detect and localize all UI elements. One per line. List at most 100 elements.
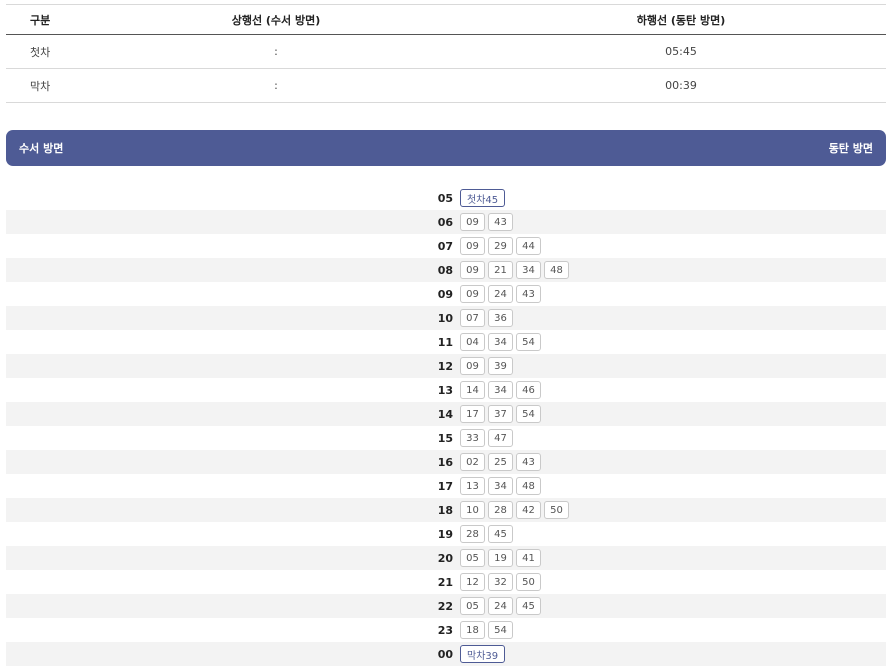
departure-minute-chip: 44 — [516, 237, 541, 255]
timetable-row: 23 18 54 — [6, 618, 886, 642]
direction-right-label[interactable]: 동탄 방면 — [829, 140, 873, 156]
departure-minute-chip: 50 — [544, 501, 569, 519]
timetable-row: 13 14 34 46 — [6, 378, 886, 402]
timetable-row: 15 33 47 — [6, 426, 886, 450]
departure-minute-chip: 09 — [460, 213, 485, 231]
hour-label: 23 — [437, 623, 453, 637]
minute-list: 05 24 45 — [460, 597, 541, 615]
minute-list: 13 34 48 — [460, 477, 541, 495]
departure-minute-chip: 12 — [460, 573, 485, 591]
hour-label: 08 — [437, 263, 453, 277]
departure-minute-chip: 48 — [516, 477, 541, 495]
hour-label: 10 — [437, 311, 453, 325]
hour-label: 15 — [437, 431, 453, 445]
hour-label: 16 — [437, 455, 453, 469]
timetable-row: 12 09 39 — [6, 354, 886, 378]
departure-minute-chip: 17 — [460, 405, 485, 423]
departure-minute-chip: 37 — [488, 405, 513, 423]
departure-minute-chip: 50 — [516, 573, 541, 591]
departure-minute-chip: 36 — [488, 309, 513, 327]
hour-label: 11 — [437, 335, 453, 349]
departure-minute-chip: 33 — [460, 429, 485, 447]
departure-minute-chip: 47 — [488, 429, 513, 447]
minute-list: 02 25 43 — [460, 453, 541, 471]
departure-minute-chip: 09 — [460, 237, 485, 255]
table-row-last-train: 막차 : 00:39 — [6, 69, 886, 103]
hour-label: 07 — [437, 239, 453, 253]
last-train-label: 막차 — [30, 79, 51, 93]
minute-list: 10 28 42 50 — [460, 501, 569, 519]
departure-minute-chip: 18 — [460, 621, 485, 639]
first-last-train-table: 구분 상행선 (수서 방면) 하행선 (동탄 방면) 첫차 : 05:45 막차… — [6, 4, 886, 103]
minute-list: 04 34 54 — [460, 333, 541, 351]
minute-list: 12 32 50 — [460, 573, 541, 591]
timetable-row: 20 05 19 41 — [6, 546, 886, 570]
hour-label: 17 — [437, 479, 453, 493]
timetable-row: 09 09 24 43 — [6, 282, 886, 306]
departure-minute-chip: 02 — [460, 453, 485, 471]
direction-left-label[interactable]: 수서 방면 — [19, 140, 63, 156]
departure-minute-chip: 29 — [488, 237, 513, 255]
first-train-label: 첫차 — [30, 45, 51, 59]
departure-minute-chip: 14 — [460, 381, 485, 399]
departure-minute-chip: 09 — [460, 285, 485, 303]
departure-minute-chip: 34 — [516, 261, 541, 279]
hour-label: 09 — [437, 287, 453, 301]
timetable-row: 06 09 43 — [6, 210, 886, 234]
timetable-row: 18 10 28 42 50 — [6, 498, 886, 522]
departure-minute-chip: 46 — [516, 381, 541, 399]
departure-minute-chip: 34 — [488, 333, 513, 351]
minute-list: 첫차45 — [460, 189, 506, 207]
minute-list: 07 36 — [460, 309, 513, 327]
minute-list: 09 39 — [460, 357, 513, 375]
timetable-row: 21 12 32 50 — [6, 570, 886, 594]
minute-list: 28 45 — [460, 525, 513, 543]
minute-list: 18 54 — [460, 621, 513, 639]
departure-minute-chip: 19 — [488, 549, 513, 567]
departure-minute-chip: 45 — [516, 597, 541, 615]
minute-list: 09 29 44 — [460, 237, 541, 255]
hour-label: 20 — [437, 551, 453, 565]
timetable-row: 10 07 36 — [6, 306, 886, 330]
departure-minute-chip: 09 — [460, 261, 485, 279]
minute-list: 09 21 34 48 — [460, 261, 569, 279]
last-train-up-time: : — [274, 79, 278, 92]
timetable-row: 07 09 29 44 — [6, 234, 886, 258]
departure-minute-chip: 07 — [460, 309, 485, 327]
table-row-first-train: 첫차 : 05:45 — [6, 35, 886, 69]
timetable-row: 11 04 34 54 — [6, 330, 886, 354]
timetable-row: 05 첫차45 — [6, 186, 886, 210]
hour-label: 14 — [437, 407, 453, 421]
minute-list: 09 43 — [460, 213, 513, 231]
departure-minute-chip: 43 — [516, 453, 541, 471]
header-category: 구분 — [30, 13, 51, 27]
minute-list: 09 24 43 — [460, 285, 541, 303]
departure-minute-chip: 39 — [488, 357, 513, 375]
departure-minute-chip: 10 — [460, 501, 485, 519]
minute-list: 17 37 54 — [460, 405, 541, 423]
header-up-line: 상행선 (수서 방면) — [231, 13, 321, 27]
hour-label: 18 — [437, 503, 453, 517]
hour-label: 19 — [437, 527, 453, 541]
departure-minute-chip: 21 — [488, 261, 513, 279]
minute-list: 막차39 — [460, 645, 506, 663]
hour-label: 00 — [437, 647, 453, 661]
departure-minute-chip: 05 — [460, 597, 485, 615]
hourly-timetable: 05 첫차45 06 09 43 07 09 29 44 08 09 21 34 48 09 09 24 43 10… — [6, 186, 886, 666]
timetable-row: 19 28 45 — [6, 522, 886, 546]
departure-minute-chip: 43 — [516, 285, 541, 303]
departure-minute-chip: 13 — [460, 477, 485, 495]
departure-minute-chip: 54 — [516, 405, 541, 423]
timetable-row: 14 17 37 54 — [6, 402, 886, 426]
minute-list: 05 19 41 — [460, 549, 541, 567]
departure-minute-chip: 42 — [516, 501, 541, 519]
hour-label: 21 — [437, 575, 453, 589]
timetable-row: 16 02 25 43 — [6, 450, 886, 474]
special-train-chip: 첫차45 — [460, 189, 506, 207]
hour-label: 13 — [437, 383, 453, 397]
departure-minute-chip: 43 — [488, 213, 513, 231]
header-down-line: 하행선 (동탄 방면) — [636, 13, 726, 27]
departure-minute-chip: 34 — [488, 477, 513, 495]
minute-list: 14 34 46 — [460, 381, 541, 399]
departure-minute-chip: 25 — [488, 453, 513, 471]
